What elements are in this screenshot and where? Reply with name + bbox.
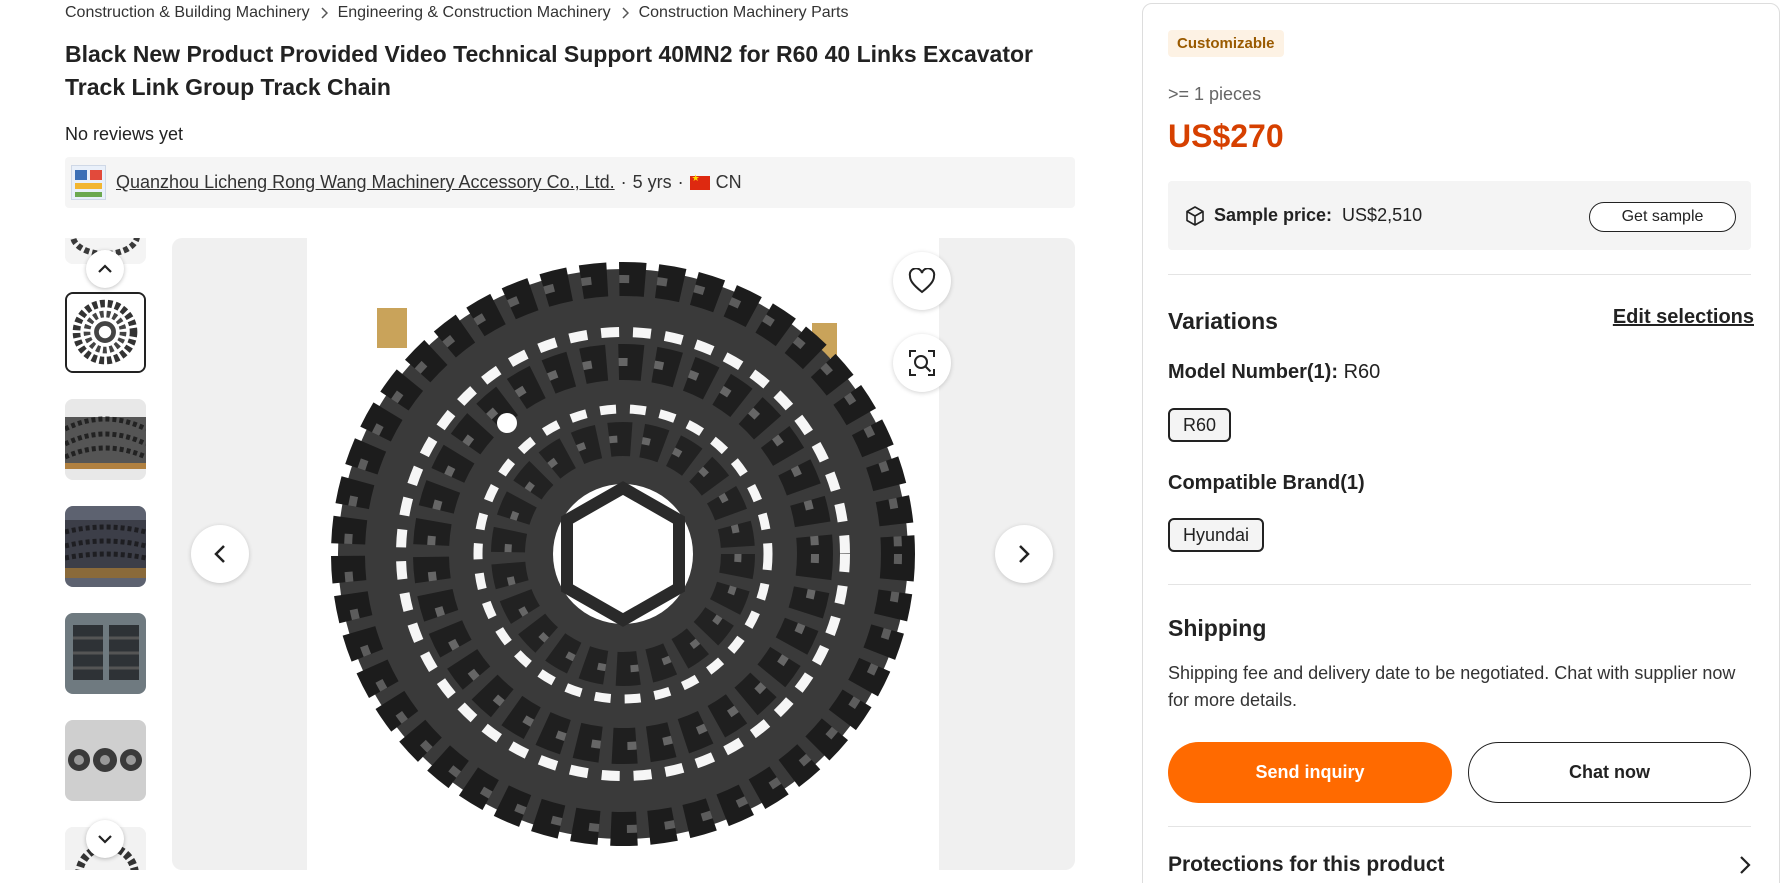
breadcrumb: Construction & Building Machinery Engine… [65,4,848,22]
image-search-icon [909,350,935,376]
thumbnail-4[interactable] [65,613,146,694]
get-sample-button[interactable]: Get sample [1589,202,1736,232]
product-price: US$270 [1168,118,1284,154]
main-product-image[interactable] [172,238,1075,870]
visual-search-button[interactable] [893,334,951,392]
compatible-brand-label: Compatible Brand(1) [1168,472,1365,494]
breadcrumb-item-machinery-parts[interactable]: Construction Machinery Parts [639,4,849,22]
product-photo [307,238,939,870]
model-number-attribute: Model Number(1): R60 [1168,361,1380,384]
model-number-label: Model Number(1): [1168,361,1338,383]
favorite-button[interactable] [893,252,951,310]
supplier-country: CN [715,172,742,192]
chat-now-button[interactable]: Chat now [1468,742,1751,803]
thumbnail-5[interactable] [65,720,146,801]
chevron-right-icon [1019,545,1030,563]
shipping-text: Shipping fee and delivery date to be neg… [1168,663,1736,710]
thumbnail-2[interactable] [65,399,146,480]
sample-price-label: Sample price: [1214,205,1333,225]
chevron-down-icon [98,835,112,844]
breadcrumb-item-construction-building[interactable]: Construction & Building Machinery [65,4,310,22]
heart-icon [908,268,936,294]
supplier-bar: Quanzhou Licheng Rong Wang Machinery Acc… [65,157,1075,208]
protections-row[interactable]: Protections for this product [1168,853,1751,877]
next-image-button[interactable] [995,525,1053,583]
supplier-years: 5 yrs [632,172,672,192]
shipping-title: Shipping [1168,615,1267,641]
divider [1168,274,1751,275]
product-title: Black New Product Provided Video Technic… [65,41,1033,100]
thumbnails-scroll-up-button[interactable] [86,250,124,288]
purchase-panel: Customizable >= 1 pieces US$270 Sample p… [1142,3,1780,883]
thumbnail-3[interactable] [65,506,146,587]
model-number-value: R60 [1343,361,1381,383]
divider [1168,584,1751,585]
breadcrumb-item-engineering-construction[interactable]: Engineering & Construction Machinery [338,4,611,22]
prev-image-button[interactable] [191,525,249,583]
model-option-chip[interactable]: R60 [1168,408,1232,442]
edit-selections-link[interactable]: Edit selections [1613,306,1754,329]
chevron-right-icon [320,7,328,19]
min-order-quantity: >= 1 pieces [1168,84,1262,104]
sample-price-value: US$2,510 [1342,205,1423,225]
variations-title: Variations [1168,308,1278,334]
package-icon [1186,205,1204,226]
supplier-logo[interactable] [71,165,106,200]
china-flag-icon [689,173,710,190]
separator-dot: · [620,172,627,192]
reviews-text: No reviews yet [65,124,184,144]
sample-price-box: Sample price: US$2,510 Get sample [1168,181,1751,250]
thumbnail-1[interactable] [65,292,146,373]
chevron-right-icon [621,7,629,19]
customizable-badge: Customizable [1168,30,1284,57]
chevron-right-icon [1740,856,1751,874]
protections-title: Protections for this product [1168,853,1445,876]
brand-option-chip[interactable]: Hyundai [1168,518,1265,552]
chevron-left-icon [214,545,225,563]
divider [1168,826,1751,827]
send-inquiry-button[interactable]: Send inquiry [1168,742,1452,803]
supplier-name-link[interactable]: Quanzhou Licheng Rong Wang Machinery Acc… [116,172,615,193]
separator-dot: · [677,172,684,192]
track-chain-image [307,238,939,870]
chevron-up-icon [98,264,112,273]
thumbnails-scroll-down-button[interactable] [86,820,124,858]
thumbnail-strip [65,238,146,870]
